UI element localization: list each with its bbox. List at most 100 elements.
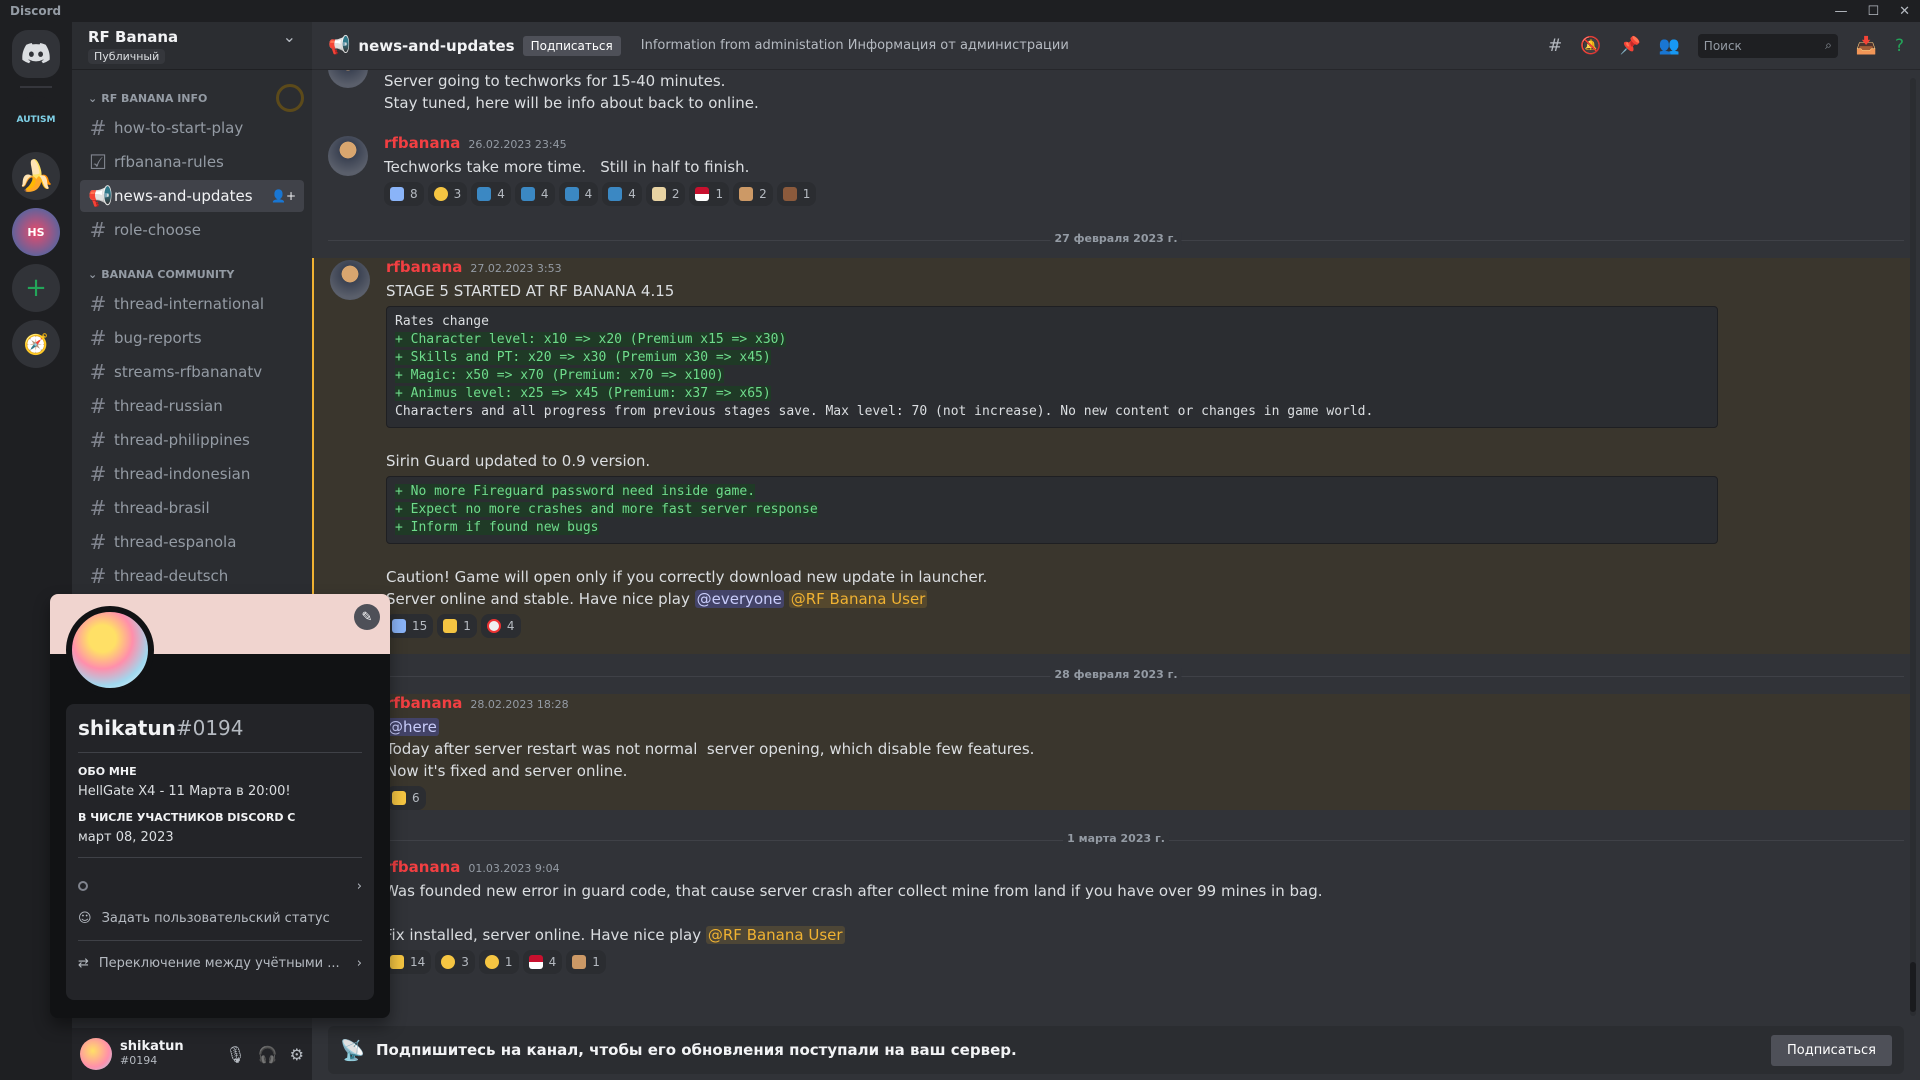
avatar[interactable]	[328, 70, 368, 88]
message-timestamp: 26.02.2023 23:45	[468, 138, 567, 151]
bell-muted-icon[interactable]: 🔕	[1580, 36, 1601, 56]
custom-status-button[interactable]: ☺ Задать пользовательский статус	[78, 902, 362, 934]
reaction-letter-y[interactable]: 4	[602, 182, 642, 206]
mention-everyone[interactable]: @everyone	[694, 590, 784, 608]
star-eyes-icon	[441, 955, 456, 969]
channel-streams-rfbananatv[interactable]: # streams-rfbananatv	[80, 356, 304, 388]
message-timestamp: 28.02.2023 18:28	[470, 698, 569, 711]
mention-here[interactable]: @here	[386, 718, 439, 736]
invite-user-icon[interactable]: 👤+	[271, 189, 296, 203]
category-banana-community[interactable]: ⌄ BANANA COMMUNITY	[72, 262, 312, 286]
channel-how-to-start-play[interactable]: # how-to-start-play	[80, 112, 304, 144]
minimize-icon[interactable]: —	[1834, 4, 1847, 19]
guild-header[interactable]: RF Banana ⌄ Публичный	[72, 22, 312, 70]
channel-name: thread-espanola	[114, 533, 237, 551]
mention-role[interactable]: @RF Banana User	[788, 590, 928, 608]
channel-thread-indonesian[interactable]: # thread-indonesian	[80, 458, 304, 490]
person-icon	[739, 187, 754, 201]
reaction-face[interactable]: 3	[427, 182, 468, 206]
reaction-letter-k[interactable]: 4	[514, 182, 555, 206]
reaction-flag[interactable]: 4	[522, 950, 563, 974]
reaction-bone[interactable]: 2	[645, 182, 686, 206]
home-icon[interactable]	[12, 30, 60, 78]
pencil-icon[interactable]: ✎	[354, 604, 380, 630]
reaction-thumbs-up[interactable]: 1	[437, 614, 477, 638]
channel-thread-brasil[interactable]: # thread-brasil	[80, 492, 304, 524]
date-divider: 1 марта 2023 г.	[328, 832, 1904, 845]
members-icon[interactable]: 👥	[1659, 36, 1680, 56]
hash-icon: #	[89, 530, 107, 554]
reaction-face[interactable]: 1	[478, 950, 519, 974]
help-icon[interactable]: ?	[1895, 36, 1904, 56]
message: rfbanana 28.02.2023 18:28 @here Today af…	[312, 694, 1912, 810]
follow-chip-button[interactable]: Подписаться	[522, 35, 621, 56]
reaction-letter-a[interactable]: 4	[558, 182, 599, 206]
explore-servers-button[interactable]: 🧭	[12, 320, 60, 368]
pin-icon[interactable]: 📌	[1619, 36, 1640, 56]
channel-topic[interactable]: Information from administation Информаци…	[641, 38, 1069, 53]
reaction-person[interactable]: 2	[733, 182, 773, 206]
server-hs[interactable]: HS	[12, 208, 60, 256]
microphone-icon[interactable]: 🎙	[225, 1045, 245, 1064]
reaction-clown[interactable]: 4	[480, 614, 521, 638]
channel-rfbanana-rules[interactable]: ☑ rfbanana-rules	[80, 146, 304, 178]
avatar[interactable]	[330, 260, 370, 300]
code-line-added: + Character level: x10 => x20 (Premium x…	[395, 332, 787, 347]
code-line: Characters and all progress from previou…	[395, 404, 1374, 419]
maximize-icon[interactable]: ☐	[1867, 4, 1879, 19]
avatar[interactable]	[80, 1038, 112, 1070]
category-rf-banana-info[interactable]: ⌄ RF BANANA INFO	[72, 84, 312, 112]
channel-name: thread-brasil	[114, 499, 210, 517]
channel-bug-reports[interactable]: # bug-reports	[80, 322, 304, 354]
scrollbar-thumb[interactable]	[1910, 962, 1916, 1012]
reaction-thumbs-up[interactable]: 14	[384, 950, 432, 974]
chevron-down-icon[interactable]: ⌄	[283, 27, 296, 46]
message-author[interactable]: rfbanana	[384, 134, 460, 152]
reaction-letter-o[interactable]: 4	[471, 182, 511, 206]
scrollbar-track[interactable]	[1910, 78, 1916, 1016]
headphones-icon[interactable]: 🎧	[258, 1045, 278, 1064]
reaction-star-eyes[interactable]: 3	[435, 950, 475, 974]
channel-thread-philippines[interactable]: # thread-philippines	[80, 424, 304, 456]
avatar[interactable]	[66, 606, 154, 694]
message-author[interactable]: rfbanana	[386, 258, 462, 276]
message-author[interactable]: rfbanana	[384, 858, 460, 876]
reaction-count: 8	[410, 187, 418, 201]
gear-icon[interactable]: ⚙	[290, 1045, 304, 1064]
channel-name: thread-philippines	[114, 431, 250, 449]
channel-thread-russian[interactable]: # thread-russian	[80, 390, 304, 422]
date-label: 28 февраля 2023 г.	[1050, 668, 1182, 681]
add-server-button[interactable]: +	[12, 264, 60, 312]
server-autism[interactable]: AUTISM	[12, 96, 60, 144]
follow-button[interactable]: Подписаться	[1771, 1034, 1892, 1066]
reaction-flag[interactable]: 1	[689, 182, 730, 206]
reaction-rocket[interactable]: 15	[386, 614, 434, 638]
reaction-thumbs-up[interactable]: 6	[386, 786, 426, 810]
search-input[interactable]: Поиск ⌕	[1697, 33, 1838, 58]
reaction-pepe[interactable]: 1	[776, 182, 817, 206]
channel-role-choose[interactable]: # role-choose	[80, 214, 304, 246]
server-label: AUTISM	[16, 115, 56, 125]
reaction-count: 6	[412, 791, 420, 805]
reaction-count: 1	[504, 955, 513, 969]
date-label: 27 февраля 2023 г.	[1050, 232, 1182, 245]
avatar[interactable]	[328, 136, 368, 176]
switch-accounts-button[interactable]: ⇄ Переключение между учётными ... ›	[78, 947, 362, 979]
code-line-added: + Expect no more crashes and more fast s…	[395, 502, 818, 517]
channel-thread-international[interactable]: # thread-international	[80, 288, 304, 320]
close-icon[interactable]: ✕	[1899, 4, 1910, 19]
message-author[interactable]: rfbanana	[386, 694, 462, 712]
reaction-person[interactable]: 1	[566, 950, 606, 974]
reaction-rocket[interactable]: 8	[384, 182, 424, 206]
channel-follow-icon: 📡	[340, 1038, 365, 1062]
inbox-icon[interactable]: 📥	[1856, 36, 1877, 56]
channel-news-and-updates[interactable]: 📢 news-and-updates 👤+	[80, 180, 304, 212]
hash-icon: #	[89, 496, 107, 520]
mention-role[interactable]: @RF Banana User	[705, 926, 845, 944]
threads-icon[interactable]: #	[1548, 36, 1562, 56]
message-line: STAGE 5 STARTED AT RF BANANA 4.15	[386, 282, 675, 300]
server-rf-banana[interactable]: 🍌	[12, 152, 60, 200]
channel-thread-espanola[interactable]: # thread-espanola	[80, 526, 304, 558]
channel-thread-deutsch[interactable]: # thread-deutsch	[80, 560, 304, 592]
status-selector[interactable]: ›	[78, 870, 362, 902]
